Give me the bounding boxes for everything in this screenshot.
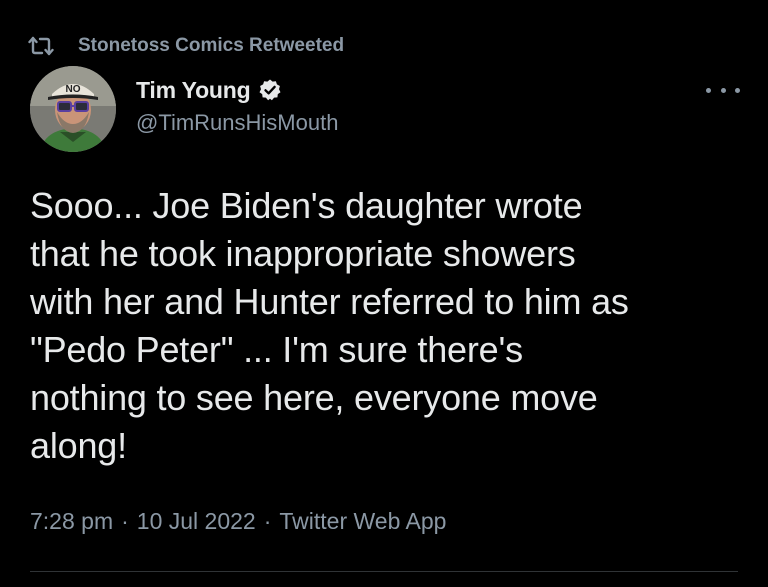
verified-badge-icon — [258, 78, 282, 102]
author-handle[interactable]: @TimRunsHisMouth — [136, 110, 338, 136]
more-options-icon[interactable] — [706, 80, 740, 100]
tweet-meta: 7:28 pm · 10 Jul 2022 · Twitter Web App — [30, 508, 446, 535]
author-display-name[interactable]: Tim Young — [136, 77, 251, 104]
avatar-cap-text: NO — [66, 84, 81, 95]
retweet-label: Stonetoss Comics Retweeted — [78, 35, 345, 56]
more-dot — [735, 87, 740, 93]
tweet-date[interactable]: 10 Jul 2022 — [137, 508, 256, 535]
retweet-context[interactable]: Stonetoss Comics Retweeted — [28, 33, 344, 59]
tweet-source[interactable]: Twitter Web App — [279, 508, 446, 535]
more-dot — [706, 87, 711, 93]
avatar[interactable]: NO — [30, 66, 116, 152]
tweet-text: Sooo... Joe Biden's daughter wrote that … — [30, 185, 629, 466]
meta-separator: · — [121, 508, 129, 534]
meta-separator: · — [263, 508, 272, 534]
divider — [30, 571, 738, 572]
retweet-icon — [28, 35, 54, 57]
tweet-card: Stonetoss Comics Retweeted NO Tim Young — [0, 0, 768, 587]
author-name-row[interactable]: Tim Young — [136, 74, 282, 106]
tweet-time[interactable]: 7:28 pm — [30, 508, 113, 535]
more-dot — [720, 87, 726, 93]
